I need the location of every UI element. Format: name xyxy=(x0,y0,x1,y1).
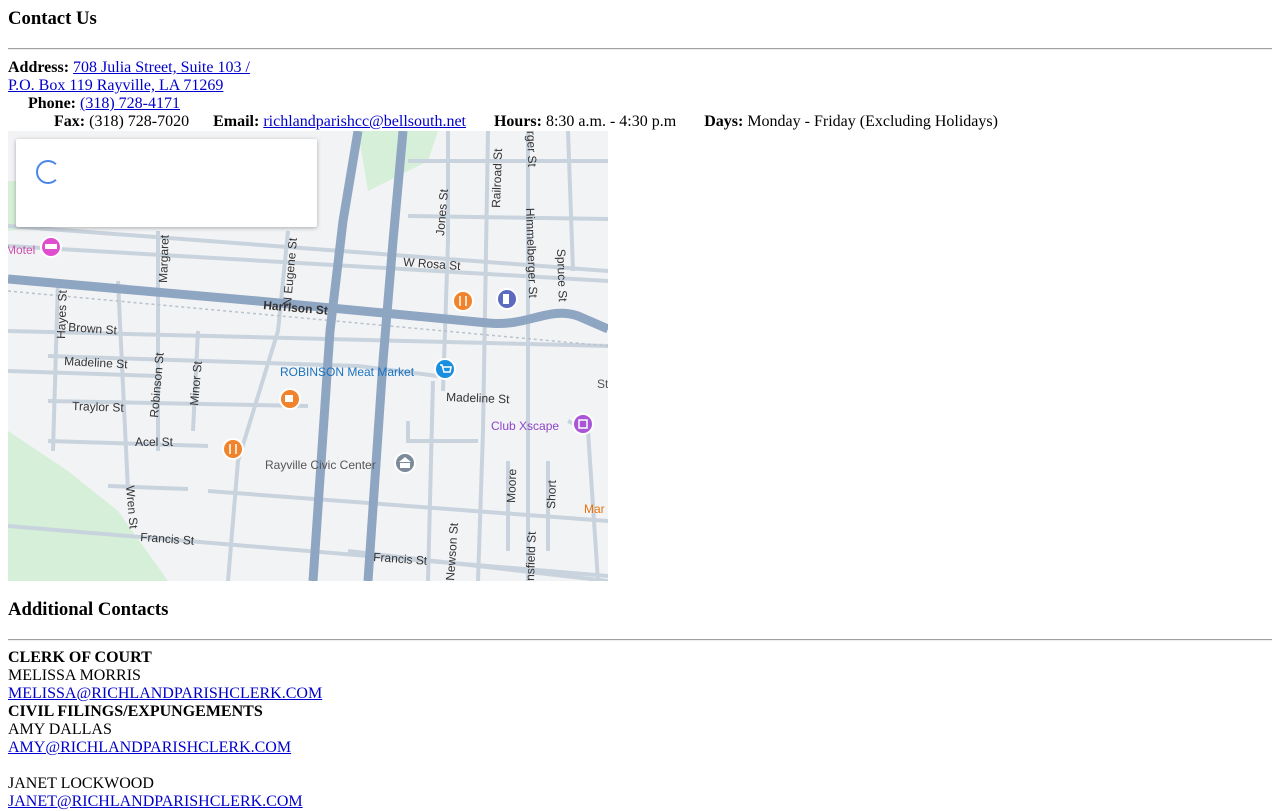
street-label-minor: Minor St xyxy=(187,360,205,406)
street-label-acel: Acel St xyxy=(135,435,174,449)
street-label-newson: Newson St xyxy=(443,522,461,581)
street-label-short: Short xyxy=(544,479,559,509)
restaurant-icon[interactable] xyxy=(452,290,474,312)
shopping-cart-icon[interactable] xyxy=(434,358,456,380)
hours-label: Hours: xyxy=(493,113,542,130)
email-label: Email: xyxy=(213,113,260,130)
days-value: Monday - Friday (Excluding Holidays) xyxy=(747,113,998,130)
street-label-madeline-e: Madeline St xyxy=(446,390,510,406)
poi-label-robinson-market: ROBINSON Meat Market xyxy=(280,365,415,379)
poi-label-club-xscape: Club Xscape xyxy=(491,419,559,433)
street-label-mansfield: nsfield St xyxy=(523,531,539,581)
street-label-railroad: Railroad St xyxy=(489,148,505,208)
fax-value: (318) 728-7020 xyxy=(89,113,190,130)
additional-contacts-heading: Additional Contacts xyxy=(8,599,169,620)
street-label-spruce: Spruce St xyxy=(554,249,570,303)
poi-label-motel: Motel xyxy=(8,243,35,257)
divider xyxy=(8,639,1272,641)
nightlife-icon[interactable] xyxy=(572,413,594,435)
street-label-francis-e: Francis St xyxy=(373,550,429,568)
address-link-line2[interactable]: P.O. Box 119 Rayville, LA 71269 xyxy=(8,77,223,94)
street-label-traylor: Traylor St xyxy=(72,399,125,415)
street-label-himmelberger: Himmelberger St xyxy=(523,208,540,299)
contact-role: CIVIL FILINGS/EXPUNGEMENTS xyxy=(8,703,263,720)
map-info-card xyxy=(16,139,317,227)
poi-label-mar: Mar xyxy=(584,502,605,516)
address-link[interactable]: 708 Julia Street, Suite 103 / xyxy=(73,59,250,76)
gas-station-icon[interactable] xyxy=(496,288,518,310)
phone-link[interactable]: (318) 728-4171 xyxy=(80,95,180,112)
street-label-margaret: Margaret xyxy=(156,234,172,283)
street-label-brown: Brown St xyxy=(68,320,118,337)
contact-heading: Contact Us xyxy=(8,8,97,29)
contact-email-link[interactable]: AMY@RICHLANDPARISHCLERK.COM xyxy=(8,739,291,756)
street-label-burger: rger St xyxy=(524,131,539,168)
street-label-robinson: Robinson St xyxy=(147,351,167,418)
contact-name: JANET LOCKWOOD xyxy=(8,775,154,792)
divider xyxy=(8,48,1272,50)
street-label-madeline-w: Madeline St xyxy=(64,354,129,371)
cafe-icon[interactable] xyxy=(279,388,301,410)
phone-label: Phone: xyxy=(28,95,76,112)
fax-label: Fax: xyxy=(54,113,86,130)
hotel-icon[interactable] xyxy=(40,236,62,258)
loading-spinner-icon xyxy=(36,160,60,184)
street-label-francis-w: Francis St xyxy=(140,530,196,548)
poi-label-civic-center: Rayville Civic Center xyxy=(265,458,376,472)
embedded-map[interactable]: Harrison St W Rosa St Brown St Madeline … xyxy=(8,131,608,581)
contact-role: CLERK OF COURT xyxy=(8,649,152,666)
landmark-icon[interactable] xyxy=(394,452,416,474)
street-label-st-fragment: St xyxy=(597,377,608,391)
hours-value: 8:30 a.m. - 4:30 p.m xyxy=(545,113,677,130)
street-label-moore: Moore xyxy=(504,468,519,503)
address-label: Address: xyxy=(8,59,70,76)
contacts-list: CLERK OF COURT MELISSA MORRIS MELISSA@RI… xyxy=(8,649,322,811)
street-label-hayes: Hayes St xyxy=(54,289,70,339)
email-link[interactable]: richlandparishcc@bellsouth.net xyxy=(263,113,466,130)
days-label: Days: xyxy=(704,113,744,130)
contact-email-link[interactable]: MELISSA@RICHLANDPARISHCLERK.COM xyxy=(8,685,322,702)
contact-name: MELISSA MORRIS xyxy=(8,667,141,684)
contact-name: AMY DALLAS xyxy=(8,721,112,738)
contact-email-link[interactable]: JANET@RICHLANDPARISHCLERK.COM xyxy=(8,793,303,810)
restaurant-icon[interactable] xyxy=(222,438,244,460)
park-area xyxy=(8,431,168,581)
